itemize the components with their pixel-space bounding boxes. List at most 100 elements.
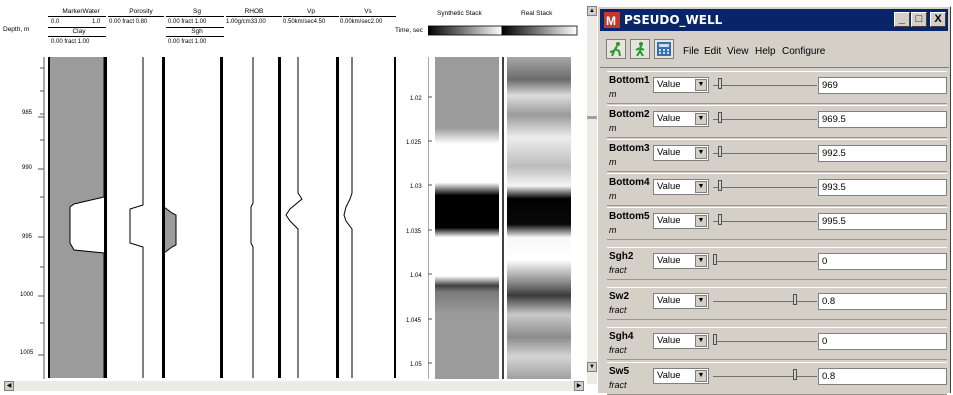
- param-slider-track[interactable]: [713, 119, 817, 120]
- chevron-down-icon[interactable]: ▼: [695, 113, 707, 125]
- param-mode-select[interactable]: Value ▼: [653, 293, 709, 309]
- param-slider-track[interactable]: [713, 341, 817, 342]
- param-slider-track[interactable]: [713, 376, 817, 377]
- param-slider-track[interactable]: [713, 221, 817, 222]
- track-range-max: 1.0: [92, 19, 101, 25]
- param-slider-track[interactable]: [713, 153, 817, 154]
- maximize-button[interactable]: □: [911, 12, 927, 27]
- param-slider-thumb[interactable]: [718, 146, 722, 157]
- param-mode-select[interactable]: Value ▼: [653, 368, 709, 384]
- scroll-right-button[interactable]: ▶: [574, 381, 584, 391]
- track-title-clay: Clay: [72, 28, 86, 35]
- dialog-title: PSEUDO_WELL: [624, 13, 723, 27]
- minimize-button[interactable]: _: [894, 12, 910, 27]
- chevron-down-icon[interactable]: ▼: [695, 370, 707, 382]
- chevron-down-icon[interactable]: ▼: [695, 335, 707, 347]
- menu-help[interactable]: Help: [755, 46, 776, 57]
- run-icon: [609, 42, 621, 57]
- param-value-input[interactable]: 969: [818, 77, 947, 94]
- param-unit: fract: [609, 345, 627, 355]
- track-title-vs: Vs: [364, 8, 372, 15]
- depth-tick: 985: [22, 110, 33, 116]
- param-slider-thumb[interactable]: [713, 334, 717, 345]
- time-tick: 1.04: [410, 273, 422, 279]
- param-row-sgh4: Sgh4 fract Value ▼ 0: [607, 327, 947, 360]
- dialog-titlebar[interactable]: M PSEUDO_WELL _ □ X: [600, 9, 948, 31]
- param-slider-thumb[interactable]: [718, 180, 722, 191]
- time-tick: 1.03: [410, 184, 422, 190]
- param-name: Bottom1: [609, 75, 650, 86]
- synthetic-stack-title: Synthetic Stack: [437, 10, 482, 17]
- param-mode-select[interactable]: Value ▼: [653, 77, 709, 93]
- scroll-down-button[interactable]: ▼: [587, 362, 597, 372]
- param-unit: m: [609, 89, 617, 99]
- param-mode-select[interactable]: Value ▼: [653, 179, 709, 195]
- menu-view[interactable]: View: [727, 46, 749, 57]
- param-slider-thumb[interactable]: [793, 294, 797, 305]
- param-mode-select[interactable]: Value ▼: [653, 213, 709, 229]
- param-value-input[interactable]: 0: [818, 253, 947, 270]
- track-porosity: [106, 57, 164, 378]
- track-range-porosity: 0.00 fract 0.80: [109, 19, 148, 25]
- menu-edit[interactable]: Edit: [704, 46, 721, 57]
- menu-configure[interactable]: Configure: [782, 46, 825, 57]
- param-value-input[interactable]: 993.5: [818, 179, 947, 196]
- param-slider-track[interactable]: [713, 187, 817, 188]
- horizontal-scrollbar[interactable]: ◀ ▶: [4, 381, 584, 391]
- param-slider-thumb[interactable]: [713, 254, 717, 265]
- param-slider-track[interactable]: [713, 301, 817, 302]
- close-button[interactable]: X: [930, 12, 946, 27]
- param-slider-thumb[interactable]: [718, 112, 722, 123]
- param-slider-thumb[interactable]: [718, 214, 722, 225]
- track-range-sg: 0.00 fract 1.00: [168, 19, 207, 25]
- param-value-input[interactable]: 992.5: [818, 145, 947, 162]
- param-row-sw5: Sw5 fract Value ▼ 0.8: [607, 362, 947, 395]
- track-range-vp: 0.50km/sec4.50: [283, 19, 326, 25]
- param-slider-track[interactable]: [713, 85, 817, 86]
- param-value-input[interactable]: 995.5: [818, 213, 947, 230]
- chevron-down-icon[interactable]: ▼: [695, 215, 707, 227]
- param-slider-thumb[interactable]: [718, 78, 722, 89]
- run-button[interactable]: [606, 39, 626, 59]
- param-unit: fract: [609, 305, 627, 315]
- param-name: Sgh2: [609, 251, 634, 262]
- chevron-down-icon[interactable]: ▼: [695, 147, 707, 159]
- clay-curve-fill: [49, 57, 104, 378]
- calculator-button[interactable]: [654, 39, 674, 59]
- vs-curve: [343, 57, 353, 378]
- param-mode-select[interactable]: Value ▼: [653, 111, 709, 127]
- param-slider-track[interactable]: [713, 261, 817, 262]
- depth-tick: 1005: [20, 350, 34, 356]
- param-row-bottom5: Bottom5 m Value ▼ 995.5: [607, 207, 947, 240]
- param-value-input[interactable]: 969.5: [818, 111, 947, 128]
- depth-tick: 1000: [20, 292, 34, 298]
- chevron-down-icon[interactable]: ▼: [695, 181, 707, 193]
- param-mode-value: Value: [657, 79, 681, 90]
- param-mode-select[interactable]: Value ▼: [653, 253, 709, 269]
- track-title-sgh: Sgh: [191, 28, 203, 35]
- scroll-left-button[interactable]: ◀: [4, 381, 14, 391]
- param-value-input[interactable]: 0.8: [818, 368, 947, 385]
- porosity-curve: [129, 57, 144, 378]
- chevron-down-icon[interactable]: ▼: [695, 295, 707, 307]
- chevron-down-icon[interactable]: ▼: [695, 255, 707, 267]
- param-name: Bottom2: [609, 109, 650, 120]
- scroll-up-button[interactable]: ▲: [587, 6, 597, 16]
- param-value-input[interactable]: 0: [818, 333, 947, 350]
- param-unit: m: [609, 157, 617, 167]
- chevron-down-icon[interactable]: ▼: [695, 79, 707, 91]
- param-mode-select[interactable]: Value ▼: [653, 145, 709, 161]
- dialog-toolbar: File Edit View Help Configure: [600, 33, 948, 65]
- param-mode-value: Value: [657, 335, 681, 346]
- track-title-vp: Vp: [307, 8, 315, 15]
- walk-button[interactable]: [630, 39, 650, 59]
- depth-tick: 995: [22, 234, 33, 240]
- track-range-rhob: 1.00g/cm33.00: [226, 19, 266, 25]
- menu-file[interactable]: File: [683, 46, 699, 57]
- param-mode-select[interactable]: Value ▼: [653, 333, 709, 349]
- param-value-input[interactable]: 0.8: [818, 293, 947, 310]
- vertical-scrollbar[interactable]: ▲ ▼: [587, 6, 597, 384]
- scroll-thumb[interactable]: [587, 116, 597, 119]
- param-slider-thumb[interactable]: [793, 369, 797, 380]
- time-tick: 1.025: [406, 140, 422, 146]
